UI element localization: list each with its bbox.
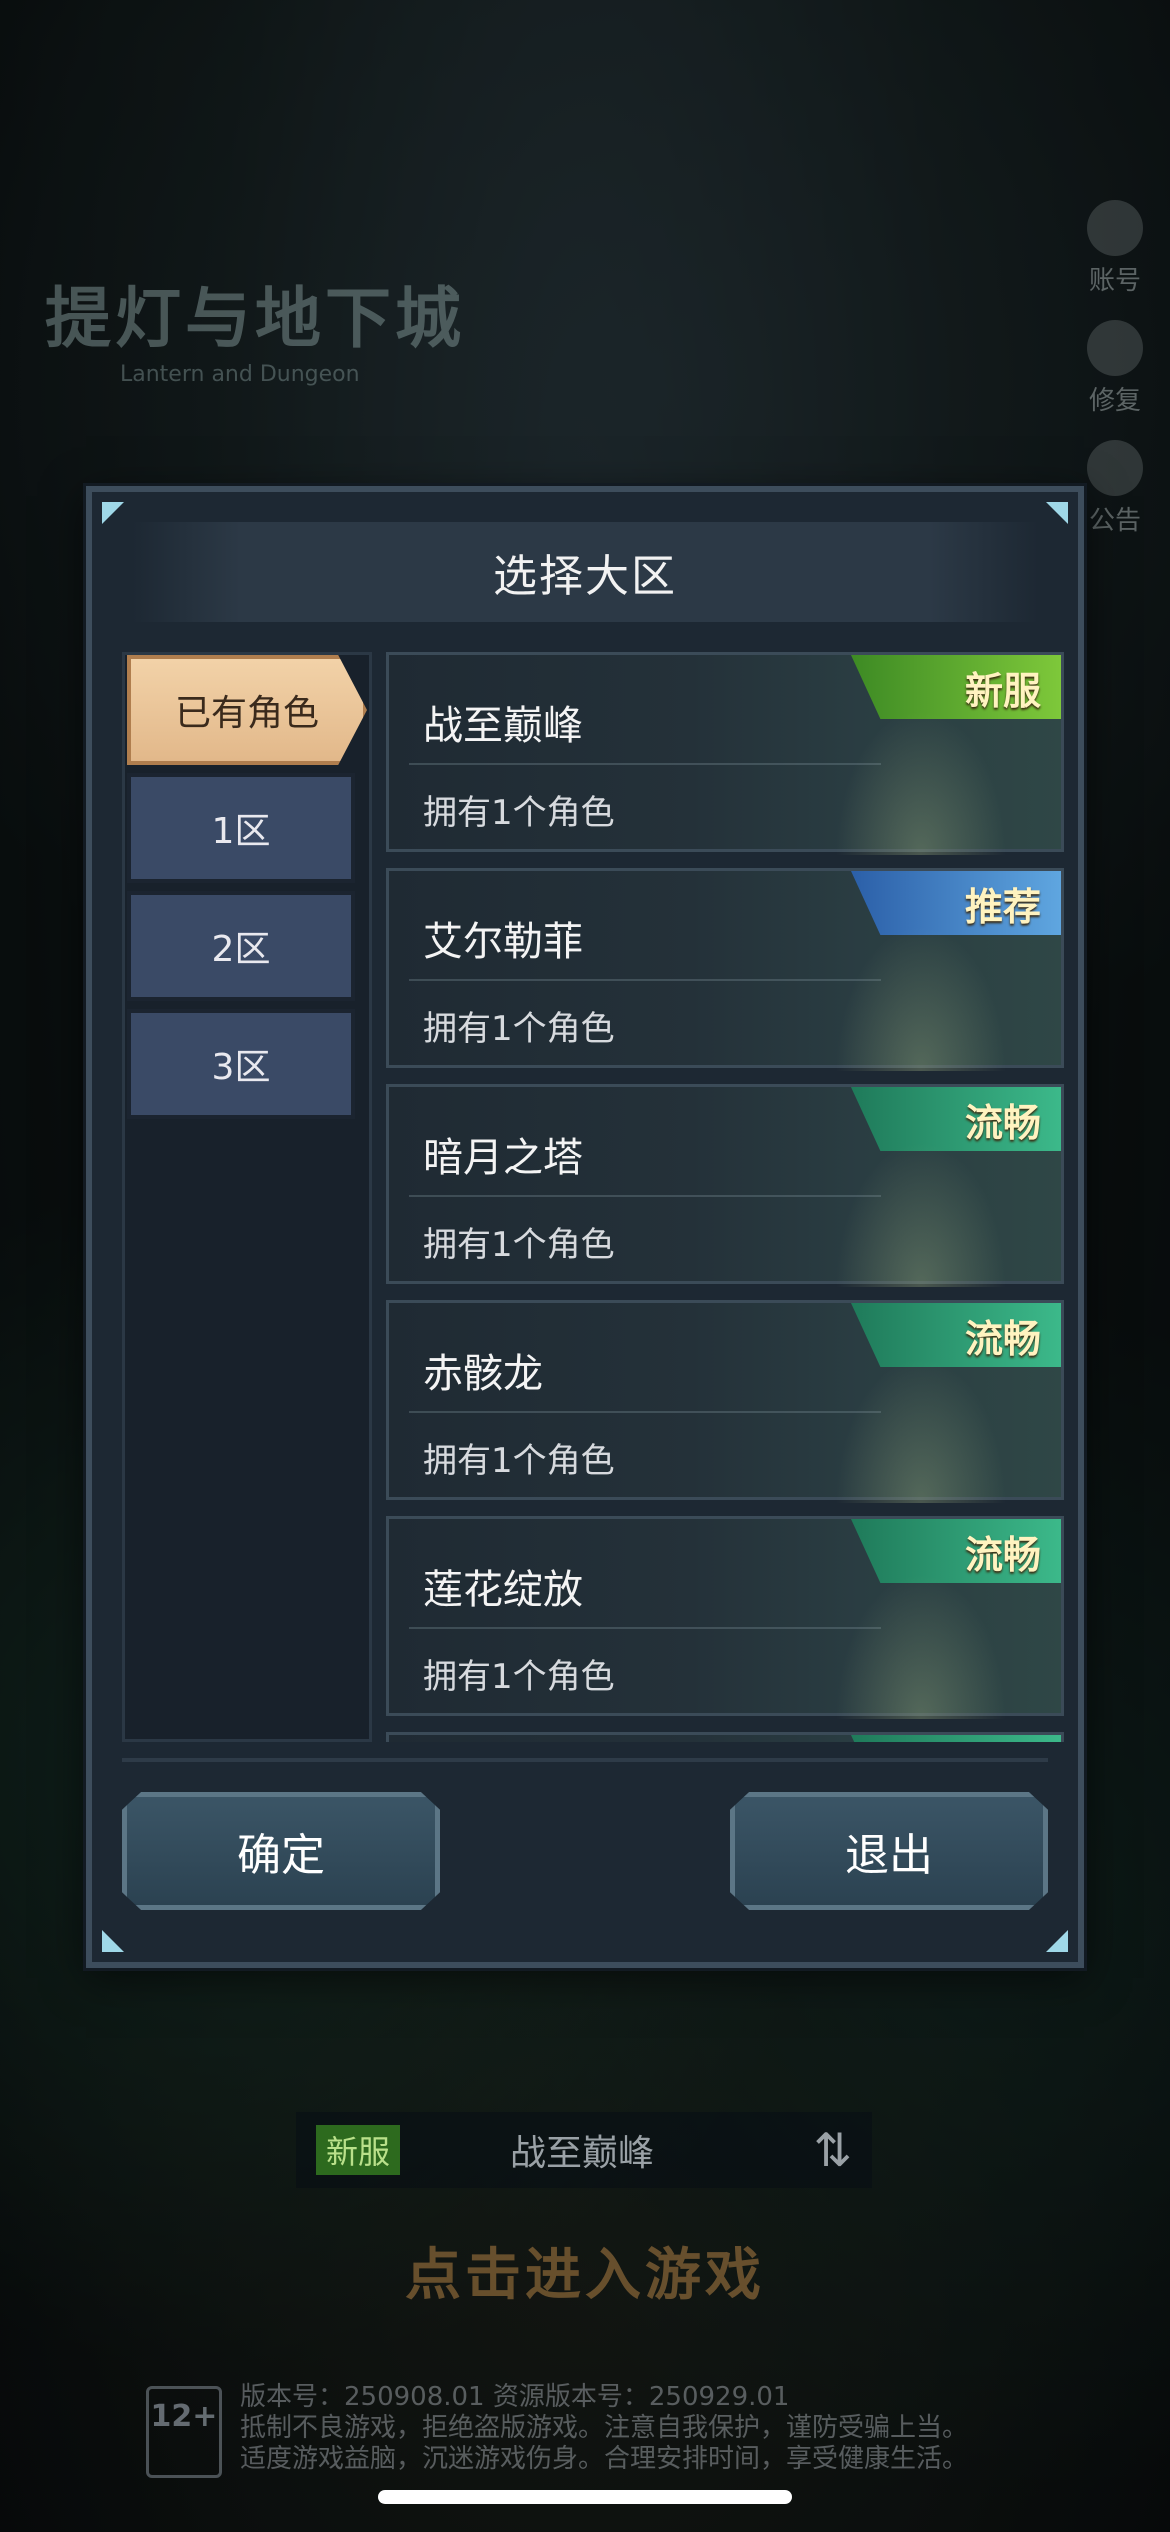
account-button[interactable]: 账号 — [1080, 200, 1150, 297]
corner-decoration — [102, 1930, 124, 1952]
game-logo-subtitle: Lantern and Dungeon — [120, 362, 360, 387]
footer-notice: 版本号：250908.01 资源版本号：250929.01 抵制不良游戏，拒绝盗… — [240, 2382, 968, 2475]
divider — [409, 763, 881, 765]
server-card[interactable]: 暗月之塔 拥有1个角色 流畅 — [386, 1084, 1064, 1287]
notice-label: 公告 — [1088, 506, 1141, 536]
tab-region-1[interactable]: 1区 — [127, 773, 355, 883]
server-list[interactable]: 战至巅峰 拥有1个角色 新服 艾尔勒菲 拥有1个角色 推荐 暗月之塔 拥有1个角… — [386, 652, 1066, 1742]
tab-label: 1区 — [211, 811, 271, 852]
tab-existing-characters[interactable]: 已有角色 — [127, 655, 367, 765]
corner-decoration — [1046, 1930, 1068, 1952]
server-card[interactable]: 艾尔勒菲 拥有1个角色 推荐 — [386, 868, 1064, 1071]
server-status-badge: 流畅 — [851, 1087, 1061, 1151]
repair-button[interactable]: 修复 — [1080, 320, 1150, 417]
age-rating-badge: 12+ — [146, 2386, 222, 2478]
server-card-partial[interactable] — [386, 1732, 1064, 1742]
tab-region-2[interactable]: 2区 — [127, 891, 355, 1001]
server-status-badge: 流畅 — [851, 1303, 1061, 1367]
enter-game-button[interactable]: 点击进入游戏 — [0, 2230, 1170, 2311]
server-character-count: 拥有1个角色 — [423, 793, 615, 833]
dialog-header: 选择大区 — [132, 522, 1038, 622]
server-character-count: 拥有1个角色 — [423, 1441, 615, 1481]
tab-label: 2区 — [211, 929, 271, 970]
confirm-button[interactable]: 确定 — [122, 1792, 440, 1910]
divider — [409, 979, 881, 981]
server-name: 艾尔勒菲 — [423, 919, 583, 965]
health-notice-line-1: 抵制不良游戏，拒绝盗版游戏。注意自我保护，谨防受骗上当。 — [240, 2413, 969, 2443]
server-character-count: 拥有1个角色 — [423, 1657, 615, 1697]
divider — [122, 1758, 1048, 1762]
game-logo: 提灯与地下城 — [45, 280, 465, 357]
server-character-count: 拥有1个角色 — [423, 1225, 615, 1265]
health-notice-line-2: 适度游戏益脑，沉迷游戏伤身。合理安排时间，享受健康生活。 — [240, 2444, 969, 2474]
server-card[interactable]: 战至巅峰 拥有1个角色 新服 — [386, 652, 1064, 855]
repair-label: 修复 — [1088, 386, 1141, 416]
divider — [409, 1411, 881, 1413]
exit-button[interactable]: 退出 — [730, 1792, 1048, 1910]
corner-decoration — [102, 502, 124, 524]
region-tabs: 已有角色 1区 2区 3区 — [122, 652, 372, 1742]
current-server-name: 战至巅峰 — [510, 2133, 655, 2174]
server-name: 莲花绽放 — [423, 1567, 583, 1613]
corner-decoration — [1046, 502, 1068, 524]
server-name: 赤骸龙 — [423, 1351, 543, 1397]
megaphone-icon — [1087, 440, 1143, 496]
server-card[interactable]: 莲花绽放 拥有1个角色 流畅 — [386, 1516, 1064, 1719]
server-status-badge: 推荐 — [851, 871, 1061, 935]
account-icon — [1087, 200, 1143, 256]
server-select-dialog: 选择大区 已有角色 1区 2区 3区 战至巅峰 拥有1个角色 新服 艾尔勒菲 拥… — [86, 486, 1084, 1968]
server-character-count: 拥有1个角色 — [423, 1009, 615, 1049]
server-status-badge: 新服 — [851, 655, 1061, 719]
account-label: 账号 — [1088, 266, 1141, 296]
server-name: 暗月之塔 — [423, 1135, 583, 1181]
divider — [409, 1627, 881, 1629]
server-status-badge: 流畅 — [851, 1519, 1061, 1583]
notice-button[interactable]: 公告 — [1080, 440, 1150, 537]
wrench-icon — [1087, 320, 1143, 376]
current-server-selector[interactable]: 新服 战至巅峰 ⇅ — [296, 2112, 872, 2188]
home-indicator[interactable] — [378, 2490, 792, 2504]
tab-region-3[interactable]: 3区 — [127, 1009, 355, 1119]
swap-icon: ⇅ — [813, 2123, 852, 2177]
version-line: 版本号：250908.01 资源版本号：250929.01 — [240, 2382, 790, 2412]
current-server-badge: 新服 — [316, 2125, 401, 2175]
divider — [409, 1195, 881, 1197]
dialog-title: 选择大区 — [493, 551, 677, 602]
server-name: 战至巅峰 — [423, 703, 583, 749]
server-card[interactable]: 赤骸龙 拥有1个角色 流畅 — [386, 1300, 1064, 1503]
tab-label: 已有角色 — [174, 693, 319, 734]
tab-label: 3区 — [211, 1047, 271, 1088]
server-status-badge — [851, 1735, 1061, 1742]
